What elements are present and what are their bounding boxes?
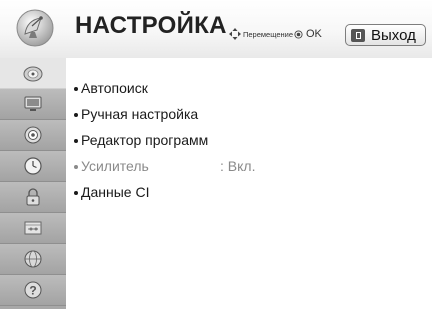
menu-item-label: Редактор программ	[81, 132, 209, 148]
sidebar-item-help[interactable]: ?	[0, 275, 66, 306]
exit-label: Выход	[371, 26, 416, 44]
header-bar: НАСТРОЙКА Перемещение OK Выход	[0, 0, 432, 59]
menu-item-manual-tuning[interactable]: Ручная настройка	[74, 105, 198, 123]
nav-hint-label: Перемещение	[243, 29, 293, 39]
dpad-icon	[229, 28, 241, 40]
bullet-icon	[74, 139, 78, 144]
sidebar-item-audio[interactable]	[0, 120, 66, 151]
speaker-icon	[24, 126, 42, 144]
bullet-icon	[74, 87, 78, 92]
sidebar-item-setup[interactable]	[0, 58, 66, 89]
menu-item-autosearch[interactable]: Автопоиск	[74, 79, 148, 97]
exit-key-icon	[351, 28, 365, 42]
sidebar-item-lock[interactable]	[0, 182, 66, 213]
menu-item-label: Ручная настройка	[81, 106, 199, 122]
menu-item-ci-data[interactable]: Данные CI	[74, 183, 149, 201]
sidebar-item-network[interactable]	[0, 244, 66, 275]
menu-item-label: Усилитель	[81, 158, 149, 174]
sidebar: ?	[0, 58, 66, 309]
ok-button-icon	[294, 29, 303, 39]
sidebar-item-time[interactable]	[0, 151, 66, 182]
lock-icon	[26, 188, 40, 206]
ok-label: OK	[306, 28, 322, 40]
sidebar-item-picture[interactable]	[0, 89, 66, 120]
menu-item-value: : Вкл.	[220, 158, 256, 174]
sidebar-item-options[interactable]	[0, 213, 66, 244]
menu-item-program-editor[interactable]: Редактор программ	[74, 131, 208, 149]
exit-button[interactable]: Выход	[345, 24, 426, 46]
menu-content: Автопоиск Ручная настройка Редактор прог…	[66, 58, 432, 309]
bullet-icon	[74, 191, 78, 196]
help-icon: ?	[24, 281, 42, 299]
menu-item-label: Данные CI	[81, 184, 150, 200]
menu-item-label: Автопоиск	[81, 80, 148, 96]
satellite-dish-icon	[23, 66, 43, 82]
options-icon	[24, 221, 42, 235]
tv-picture-icon	[24, 96, 42, 111]
setup-satellite-icon	[16, 9, 54, 47]
network-globe-icon	[24, 250, 42, 268]
navigation-hint: Перемещение OK	[228, 27, 322, 41]
menu-item-amplifier: Усилитель : Вкл.	[74, 157, 314, 175]
svg-text:?: ?	[29, 284, 36, 298]
bullet-icon	[74, 113, 78, 118]
clock-icon	[24, 157, 42, 175]
bullet-icon	[74, 165, 78, 170]
page-title: НАСТРОЙКА	[75, 12, 227, 39]
